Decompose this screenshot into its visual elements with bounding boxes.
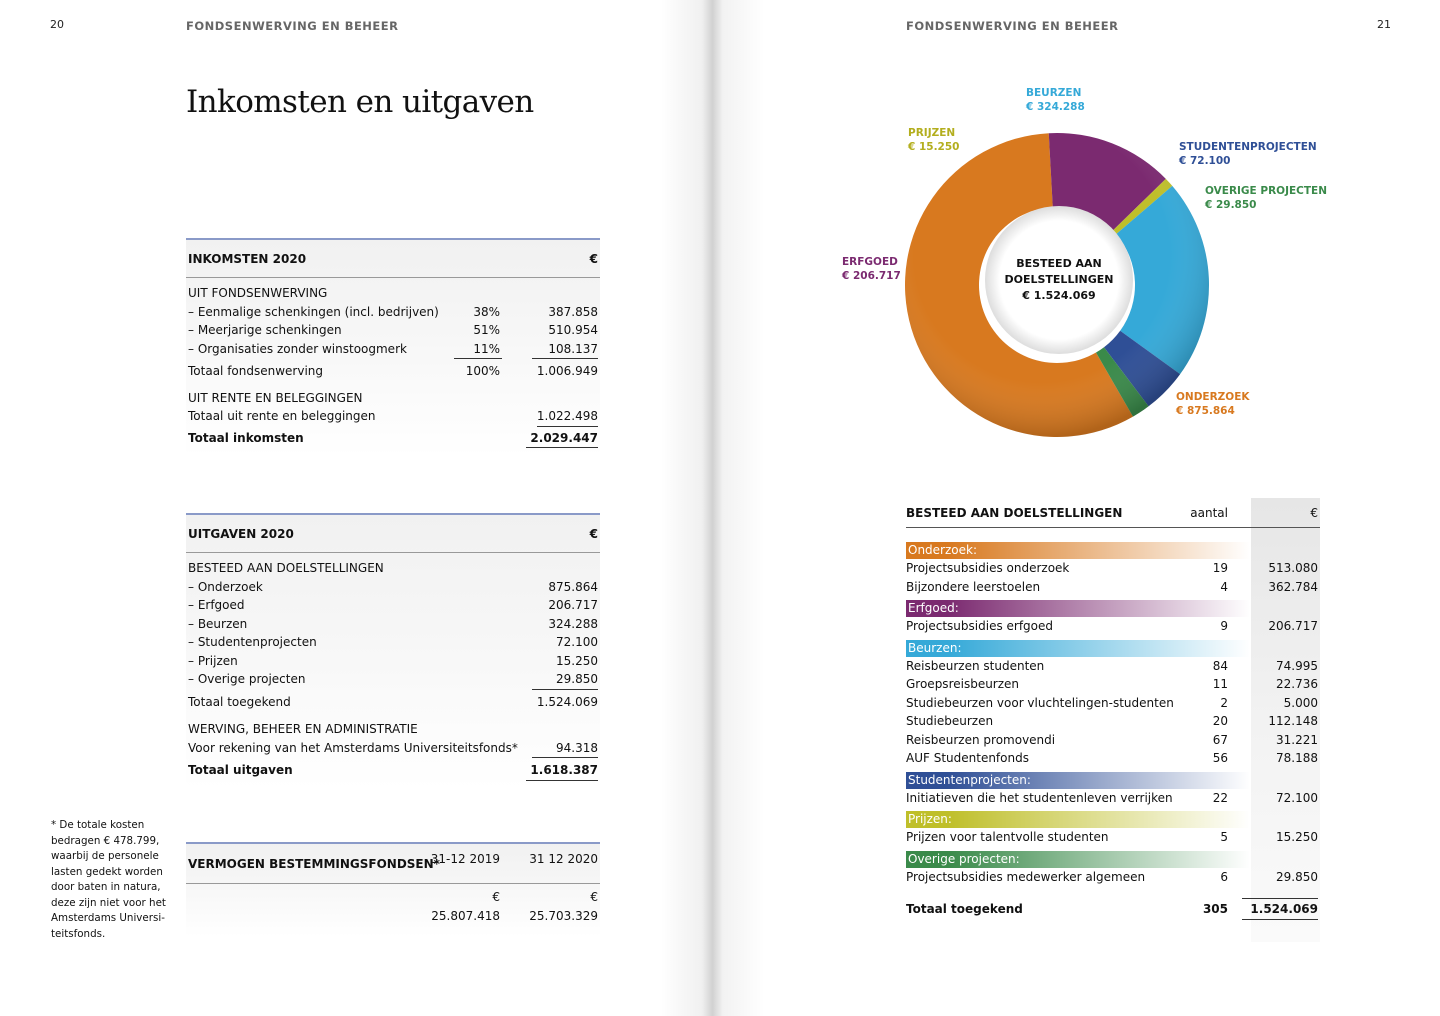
table-row: Prijzen voor talentvolle studenten 5 15.25… [906, 828, 1320, 847]
chart-label-studentenprojecten: STUDENTENPROJECTEN € 72.100 [1179, 141, 1317, 167]
row-label: AUF Studentenfonds [906, 751, 1029, 765]
row-amount: 22.736 [1276, 677, 1318, 691]
table-row: Bijzondere leerstoelen 4 362.784 [906, 578, 1320, 597]
table-row: – Prijzen 15.250 [188, 653, 598, 668]
table-row: Reisbeurzen promovendi 67 31.221 [906, 731, 1320, 750]
category-band: Erfgoed: [906, 600, 1250, 617]
row-label: Projectsubsidies erfgoed [906, 619, 1054, 633]
row-amount: 29.850 [1276, 869, 1318, 884]
row-amount: 206.717 [1268, 619, 1318, 633]
footnote: * De totale kosten bedragen € 478.799, w… [51, 819, 166, 940]
category-band: Beurzen: [906, 639, 1250, 657]
table-row: Initiatieven die het studentenleven verr… [906, 789, 1320, 808]
row-count: 4 [1220, 579, 1228, 594]
table-row: Projectsubsidies erfgoed 9 206.717 [906, 617, 1320, 636]
row-label: Projectsubsidies onderzoek [906, 561, 1070, 575]
table-row: – Erfgoed 206.717 [188, 598, 598, 612]
row-amount: 15.250 [1276, 830, 1318, 844]
table-row: Studiebeurzen 20 112.148 [906, 712, 1320, 731]
row-count: 67 [1212, 732, 1228, 747]
row-count: 11 [1212, 677, 1228, 691]
currency-row: € € [492, 890, 598, 904]
total-row: Totaal uitgaven 1.618.387 [186, 761, 600, 781]
running-head: FONDSENWERVING EN BEHEER [906, 19, 1119, 33]
income-header: INKOMSTEN 2020 € [186, 240, 600, 278]
row-count: 20 [1212, 714, 1228, 728]
section-title: UIT FONDSENWERVING [188, 286, 328, 300]
row-amount: 74.995 [1276, 658, 1318, 673]
funds-col2-header: 31 12 2020 [529, 852, 598, 866]
row-count: 84 [1212, 658, 1228, 673]
chart-label-erfgoed: ERFGOED € 206.717 [842, 256, 901, 282]
table-row: – Studentenprojecten 72.100 [188, 635, 598, 649]
expenses-header: UITGAVEN 2020 € [186, 515, 600, 553]
row-label: Studiebeurzen voor vluchtelingen-student… [906, 695, 1174, 710]
section-title: UIT RENTE EN BELEGGINGEN [188, 390, 363, 405]
left-page: 20 FONDSENWERVING EN BEHEER Inkomsten en… [0, 0, 712, 1016]
table-row: Studiebeurzen voor vluchtelingen-student… [906, 694, 1320, 713]
row-label: Reisbeurzen studenten [906, 658, 1045, 673]
table-row: Groepsreisbeurzen 11 22.736 [906, 675, 1320, 694]
value-row: 25.807.418 25.703.329 [431, 908, 598, 923]
section-title: WERVING, BEHEER EN ADMINISTRATIE [188, 722, 418, 736]
row-count: 2 [1220, 695, 1228, 710]
row-count: 56 [1212, 751, 1228, 765]
table-row: – Eenmalige schenkingen (incl. bedrijven… [188, 304, 598, 319]
table-row: – Beurzen 324.288 [188, 616, 598, 631]
row-label: Bijzondere leerstoelen [906, 579, 1041, 594]
expenses-table: UITGAVEN 2020 € BESTEED AAN DOELSTELLING… [186, 513, 600, 790]
chart-label-overige-projecten: OVERIGE PROJECTEN € 29.850 [1205, 185, 1327, 211]
row-count: 6 [1220, 869, 1228, 884]
table-row: AUF Studentenfonds 56 78.188 [906, 749, 1320, 768]
row-label: Prijzen voor talentvolle studenten [906, 830, 1109, 844]
row-label: Projectsubsidies medewerker algemeen [906, 869, 1146, 884]
page-number: 21 [1377, 18, 1391, 31]
category-band: Onderzoek: [906, 542, 1250, 559]
subtotal-row: Totaal toegekend 1.524.069 [188, 694, 598, 709]
chart-label-prijzen: PRIJZEN € 15.250 [908, 127, 960, 153]
donut-center-label: BESTEED AAN DOELSTELLINGEN € 1.524.069 [1004, 257, 1114, 302]
page-title: Inkomsten en uitgaven [186, 84, 534, 120]
funds-table: VERMOGEN BESTEMMINGSFONDSEN* 31-12 2019 … [186, 842, 600, 937]
table-row: – Onderzoek 875.864 [188, 579, 598, 594]
row-amount: 513.080 [1268, 561, 1318, 575]
chart-label-onderzoek: ONDERZOEK € 875.864 [1176, 391, 1250, 417]
row-label: Reisbeurzen promovendi [906, 732, 1056, 747]
allocation-header: BESTEED AAN DOELSTELLINGEN aantal € [906, 498, 1320, 528]
category-band: Prijzen: [906, 811, 1250, 828]
chart-label-beurzen: BEURZEN € 324.288 [1026, 87, 1085, 113]
running-head: FONDSENWERVING EN BEHEER [186, 19, 399, 33]
row-count: 19 [1212, 561, 1228, 575]
table-row: Projectsubsidies medewerker algemeen 6 29.… [906, 868, 1320, 887]
row-count: 5 [1220, 830, 1228, 844]
page-number: 20 [50, 18, 64, 31]
row-amount: 78.188 [1276, 751, 1318, 765]
table-row: – Overige projecten 29.850 [188, 672, 598, 686]
row-label: Studiebeurzen [906, 714, 994, 728]
table-row: – Meerjarige schenkingen 51% 510.954 [188, 323, 598, 337]
row-amount: 31.221 [1276, 732, 1318, 747]
table-row: Projectsubsidies onderzoek 19 513.080 [906, 559, 1320, 578]
section-title: BESTEED AAN DOELSTELLINGEN [188, 561, 384, 575]
category-band: Overige projecten: [906, 850, 1250, 868]
total-row: Totaal inkomsten 2.029.447 [186, 429, 600, 448]
row-amount: 112.148 [1268, 714, 1318, 728]
row-amount: 72.100 [1276, 790, 1318, 805]
table-row: Voor rekening van het Amsterdams Univers… [186, 739, 600, 758]
table-row: Totaal uit rente en beleggingen 1.022.498 [186, 407, 600, 427]
total-row: Totaal toegekend 305 1.524.069 [906, 898, 1320, 920]
category-band: Studentenprojecten: [906, 771, 1250, 789]
row-amount: 362.784 [1268, 579, 1318, 594]
row-label: Groepsreisbeurzen [906, 677, 1020, 691]
funds-col1-header: 31-12 2019 [430, 852, 500, 866]
table-row: – Organisaties zonder winstoogmerk 11% 108… [188, 341, 598, 356]
row-label: Initiatieven die het studentenleven verr… [906, 790, 1173, 805]
subtotal-row: Totaal fondsenwerving 100% 1.006.949 [188, 364, 598, 378]
allocation-table: BESTEED AAN DOELSTELLINGEN aantal € Onde… [906, 498, 1320, 942]
row-count: 22 [1212, 790, 1228, 805]
row-amount: 5.000 [1283, 695, 1318, 710]
row-count: 9 [1220, 619, 1228, 633]
table-row: Reisbeurzen studenten 84 74.995 [906, 657, 1320, 676]
income-table: INKOMSTEN 2020 € UIT FONDSENWERVING – Ee… [186, 238, 600, 457]
